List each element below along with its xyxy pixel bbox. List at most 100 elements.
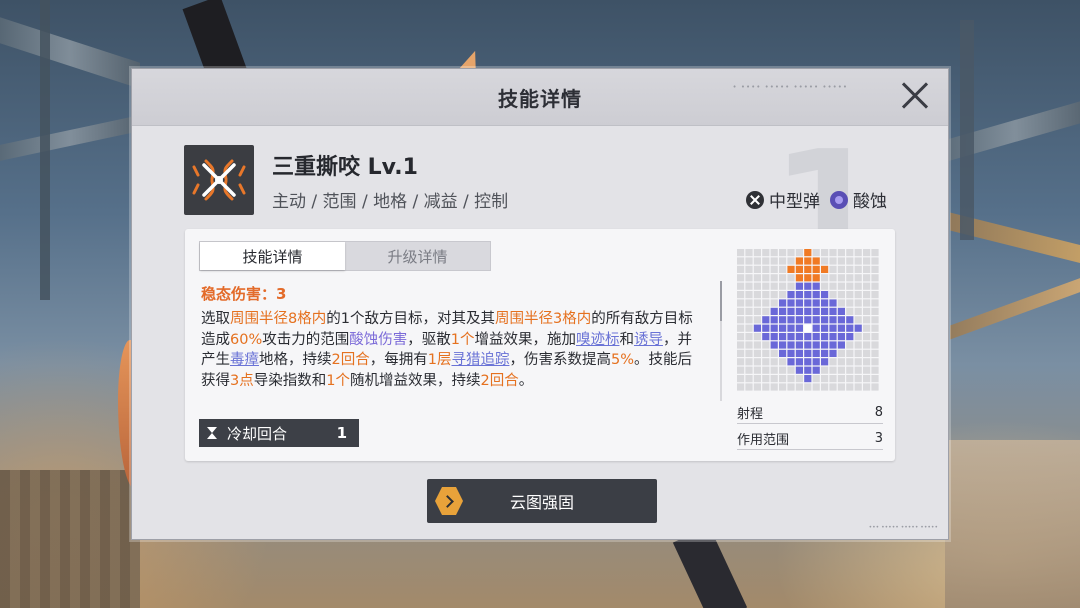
range-grid-cell (745, 383, 753, 391)
range-grid-cell (795, 274, 803, 282)
range-grid-cell (770, 291, 778, 299)
range-grid-cell (863, 316, 871, 324)
range-grid-cell (804, 324, 812, 332)
keyword-link[interactable]: 寻猎追踪 (451, 352, 509, 368)
range-grid-cell (737, 375, 745, 383)
range-grid-cell (863, 282, 871, 290)
steel-beam (0, 17, 140, 89)
stable-damage: 稳态伤害：3 (201, 285, 287, 303)
range-grid-cell (762, 257, 770, 265)
range-grid-cell (846, 249, 854, 257)
keyword-link[interactable]: 诱导 (634, 332, 663, 348)
area-row: 作用范围 3 (737, 427, 883, 450)
range-grid-cell (829, 341, 837, 349)
range-grid-cell (804, 333, 812, 341)
range-grid-cell (737, 274, 745, 282)
range-grid-cell (753, 349, 761, 357)
claw-cross-icon (192, 159, 246, 201)
range-grid-cell (846, 291, 854, 299)
range-grid-cell (737, 324, 745, 332)
range-grid-cell (871, 358, 879, 366)
range-grid-cell (846, 316, 854, 324)
range-grid-cell (737, 307, 745, 315)
range-grid-cell (837, 274, 845, 282)
range-grid-cell (829, 383, 837, 391)
range-grid-cell (837, 291, 845, 299)
range-grid-cell (854, 366, 862, 374)
range-grid-cell (871, 366, 879, 374)
range-grid-cell (804, 307, 812, 315)
area-label: 作用范围 (737, 432, 790, 448)
range-grid-cell (854, 282, 862, 290)
tab-upgrade-details[interactable]: 升级详情 (345, 242, 490, 270)
range-grid-cell (787, 299, 795, 307)
range-grid-cell (753, 341, 761, 349)
range-grid-cell (821, 324, 829, 332)
range-grid-cell (871, 349, 879, 357)
keyword-link[interactable]: 嗅迹标 (576, 332, 620, 348)
cloud-enhance-button[interactable]: 云图强固 (427, 479, 657, 523)
range-grid-cell (745, 316, 753, 324)
footer-decoration: ••• ••••• ••••• ••••• (868, 524, 938, 531)
range-grid-cell (812, 383, 820, 391)
range-grid-cell (812, 375, 820, 383)
range-grid-cell (770, 316, 778, 324)
range-grid-cell (779, 341, 787, 349)
range-grid-cell (812, 333, 820, 341)
range-grid-cell (804, 282, 812, 290)
close-button[interactable] (900, 81, 930, 111)
range-grid-cell (770, 358, 778, 366)
range-grid-cell (871, 291, 879, 299)
range-grid-cell (829, 316, 837, 324)
range-grid-cell (737, 366, 745, 374)
range-label: 射程 (737, 406, 764, 422)
range-grid-cell (846, 307, 854, 315)
range-grid-cell (871, 383, 879, 391)
range-grid-cell (787, 349, 795, 357)
tab-skill-details[interactable]: 技能详情 (200, 242, 345, 270)
range-grid-cell (787, 257, 795, 265)
range-grid-cell (753, 375, 761, 383)
range-grid-cell (854, 358, 862, 366)
range-grid-cell (770, 299, 778, 307)
range-grid-cell (854, 249, 862, 257)
detail-tabs: 技能详情 升级详情 (199, 241, 491, 271)
range-grid-cell (795, 299, 803, 307)
range-grid-cell (753, 249, 761, 257)
range-grid-cell (863, 383, 871, 391)
range-grid-cell (762, 265, 770, 273)
range-grid-cell (821, 333, 829, 341)
range-grid-cell (804, 274, 812, 282)
steel-beam (0, 115, 140, 161)
range-grid-cell (871, 265, 879, 273)
description-scroll-thumb[interactable] (720, 281, 722, 321)
range-grid-cell (737, 358, 745, 366)
range-grid-cell (837, 249, 845, 257)
range-grid-cell (846, 282, 854, 290)
range-grid-cell (846, 358, 854, 366)
range-grid-cell (779, 282, 787, 290)
range-grid-cell (737, 265, 745, 273)
range-grid-cell (871, 316, 879, 324)
skill-tags: 主动 / 范围 / 地格 / 减益 / 控制 (272, 192, 509, 212)
range-grid-cell (762, 307, 770, 315)
range-grid-cell (779, 291, 787, 299)
range-grid-cell (795, 257, 803, 265)
keyword-link[interactable]: 毒瘴 (230, 352, 259, 368)
range-grid-cell (821, 366, 829, 374)
range-grid-cell (829, 274, 837, 282)
range-grid-cell (745, 358, 753, 366)
range-grid-cell (795, 333, 803, 341)
range-grid-cell (804, 349, 812, 357)
range-grid-cell (804, 366, 812, 374)
range-grid-cell (854, 383, 862, 391)
range-grid-cell (821, 375, 829, 383)
range-grid-cell (871, 257, 879, 265)
range-grid-cell (753, 324, 761, 332)
range-grid-cell (829, 282, 837, 290)
range-grid-cell (846, 265, 854, 273)
range-grid-cell (762, 375, 770, 383)
range-grid-cell (821, 358, 829, 366)
range-grid-cell (795, 307, 803, 315)
range-grid-cell (804, 249, 812, 257)
